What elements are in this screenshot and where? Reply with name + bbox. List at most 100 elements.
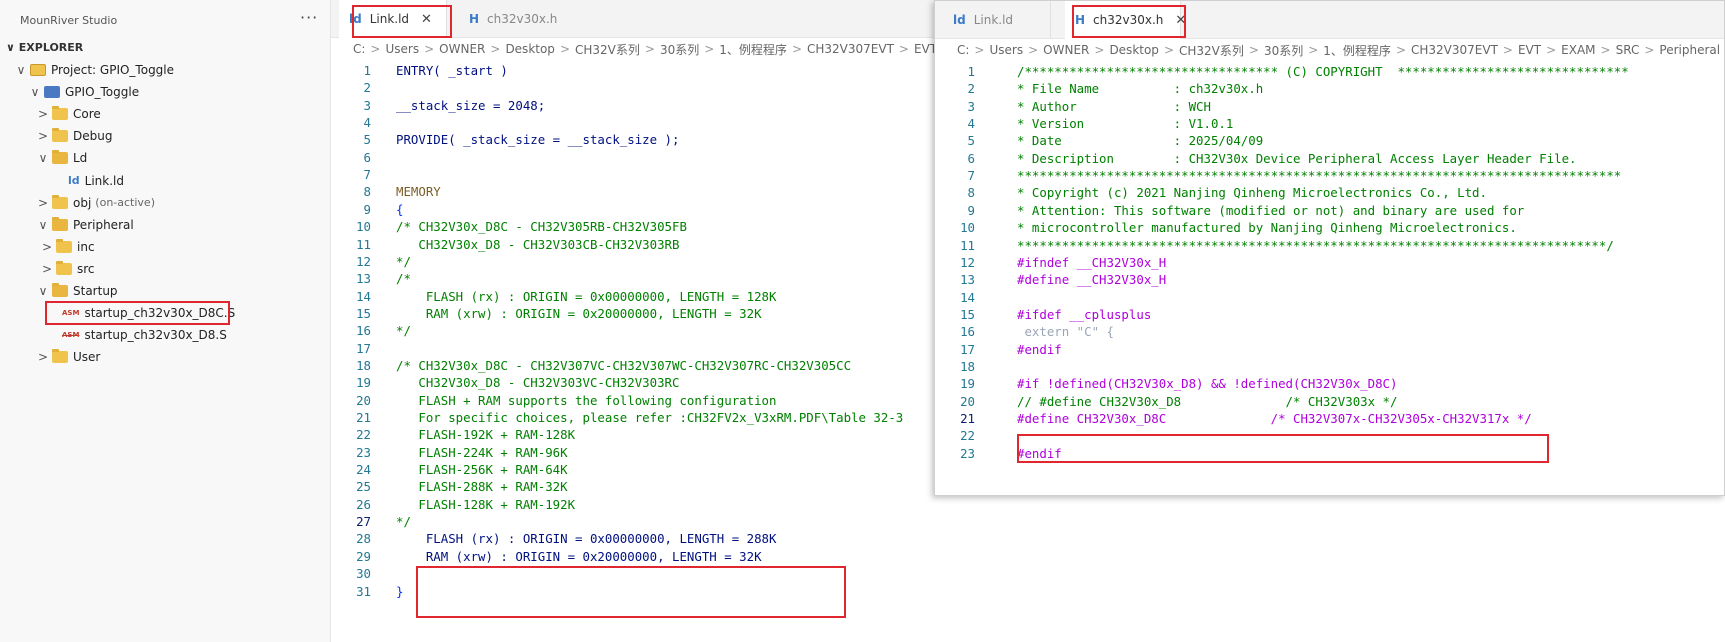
tree-item[interactable]: ASM startup_ch32v30x_D8.S [46, 324, 227, 346]
breadcrumb-item[interactable]: EVT [1516, 43, 1543, 57]
app-title: MounRiver Studio [20, 14, 118, 27]
code-text: /* CH32V30x_D8C - CH32V307VC-CH32V307WC-… [396, 357, 852, 373]
breadcrumb-item[interactable]: 1、例程程序 [717, 41, 789, 58]
chevron-down-icon[interactable]: ∨ [36, 284, 50, 298]
breadcrumb-item[interactable]: 30系列 [658, 41, 701, 58]
breadcrumb-item[interactable]: 30系列 [1262, 42, 1305, 59]
code-line: 31} [331, 582, 403, 601]
line-number: 10 [356, 219, 371, 235]
breadcrumb-item[interactable]: Peripheral [1657, 43, 1722, 57]
tree-item-label: inc [77, 239, 95, 254]
code-line: 6 * Description : CH32V30x Device Periphe… [935, 149, 1577, 168]
chevron-down-icon[interactable]: ∨ [28, 85, 42, 99]
code-line: 10 /* CH32V30x_D8C - CH32V305RB-CH32V305F… [331, 217, 687, 236]
line-number: 27 [356, 514, 371, 530]
breadcrumb-item[interactable]: 1、例程程序 [1321, 42, 1393, 59]
chevron-down-icon[interactable]: ∨ [36, 151, 50, 165]
code-line: 14 FLASH (rx) : ORIGIN = 0x00000000, LEN… [331, 287, 776, 306]
line-number: 1 [967, 64, 975, 79]
tree-item[interactable]: ∨ Ld [36, 147, 87, 169]
tree-item[interactable]: > Core [36, 103, 101, 125]
tree-item[interactable]: > User [36, 346, 100, 368]
code-line: 10 * microcontroller manufactured by Nanj… [935, 218, 1517, 237]
highlight-box-link-tab [352, 5, 452, 38]
folder-open-icon [52, 216, 68, 231]
tree-item-label: Link.ld [84, 173, 124, 188]
tab-link-ld[interactable]: ld Link.ld [943, 1, 1051, 39]
code-line: 22 [935, 426, 1017, 445]
tree-item[interactable]: ld Link.ld [52, 170, 124, 192]
chevron-down-icon: ∨ [6, 41, 19, 54]
line-number: 22 [356, 427, 371, 443]
chevron-down-icon[interactable]: ∨ [36, 218, 50, 232]
tree-item[interactable]: > obj (on-active) [36, 192, 155, 214]
more-actions-icon[interactable]: ··· [300, 8, 318, 27]
code-text: /********************************** (C) … [1017, 64, 1629, 79]
chevron-right-icon[interactable]: > [36, 350, 50, 364]
tree-item-label: Core [73, 107, 101, 122]
folder-open-icon [52, 150, 68, 165]
tree-item[interactable]: ∨ Peripheral [36, 214, 134, 236]
line-number: 13 [960, 272, 975, 288]
explorer-label: EXPLORER [18, 41, 84, 54]
code-text: FLASH-224K + RAM-96K [396, 444, 568, 460]
chevron-right-icon[interactable]: > [36, 129, 50, 143]
breadcrumb-item[interactable]: OWNER [437, 42, 487, 56]
chevron-right-icon: > [490, 42, 501, 56]
breadcrumb-item[interactable]: SRC [1614, 43, 1642, 57]
chevron-right-icon: > [1600, 43, 1611, 57]
chevron-down-icon[interactable]: ∨ [14, 63, 28, 77]
code-line: 26 FLASH-128K + RAM-192K [331, 495, 575, 514]
project-icon [30, 64, 46, 76]
code-text: * microcontroller manufactured by Nanjin… [1017, 220, 1517, 236]
tree-item[interactable]: > src [40, 258, 95, 280]
tree-item[interactable]: > inc [40, 236, 95, 258]
line-number: 15 [960, 306, 975, 322]
tab-ch32v30x-h[interactable]: H ch32v30x.h [459, 0, 567, 38]
code-line: 18 [935, 357, 1017, 376]
explorer-section-header[interactable]: ∨ EXPLORER [6, 41, 83, 54]
breadcrumb-item[interactable]: Desktop [503, 42, 557, 56]
breadcrumb-item[interactable]: Users [987, 43, 1025, 57]
code-line: 16 */ [331, 321, 411, 340]
chevron-right-icon: > [1248, 43, 1259, 57]
breadcrumb-item[interactable]: CH32V307EVT [805, 42, 896, 56]
tree-item[interactable]: ∨ Startup [36, 280, 118, 302]
code-line: 30 [331, 564, 396, 583]
line-number: 12 [356, 253, 371, 269]
chevron-right-icon: > [1028, 43, 1039, 57]
line-number: 11 [356, 236, 371, 252]
chevron-right-icon[interactable]: > [36, 107, 50, 121]
line-number: 23 [960, 445, 975, 461]
line-number: 15 [356, 305, 371, 321]
breadcrumb-item[interactable]: CH32V系列 [573, 41, 642, 58]
breadcrumb-item[interactable]: Users [383, 42, 421, 56]
chevron-right-icon[interactable]: > [40, 240, 54, 254]
line-number: 17 [960, 341, 975, 357]
highlight-box-define-line [1017, 434, 1549, 463]
code-line: 16 extern "C" { [935, 322, 1114, 341]
line-number: 4 [363, 115, 371, 131]
chevron-right-icon[interactable]: > [40, 262, 54, 276]
code-line: 2 * File Name : ch32v30x.h [935, 79, 1264, 98]
chevron-right-icon: > [974, 43, 985, 57]
breadcrumb-item[interactable]: CH32V307EVT [1409, 43, 1500, 57]
breadcrumb-item[interactable]: C: [955, 43, 971, 57]
chevron-right-icon[interactable]: > [36, 196, 50, 210]
breadcrumb-item[interactable]: CH32V系列 [1177, 42, 1246, 59]
folder-icon [52, 194, 68, 209]
tree-item[interactable]: ∨ Project: GPIO_Toggle [14, 59, 174, 81]
code-text: * Attention: This software (modified or … [1017, 202, 1525, 218]
tab-label: Link.ld [973, 13, 1014, 27]
tree-item[interactable]: ∨ GPIO_Toggle [28, 81, 140, 103]
line-number: 12 [960, 254, 975, 270]
breadcrumb-item[interactable]: C: [351, 42, 367, 56]
line-number: 1 [363, 63, 371, 78]
code-line: 8 * Copyright (c) 2021 Nanjing Qinheng Mi… [935, 183, 1487, 202]
breadcrumb-item[interactable]: OWNER [1041, 43, 1091, 57]
chevron-right-icon: > [791, 42, 802, 56]
tree-item-status: (on-active) [95, 196, 155, 210]
tree-item[interactable]: > Debug [36, 125, 112, 147]
breadcrumb-item[interactable]: EXAM [1559, 43, 1597, 57]
breadcrumb-item[interactable]: Desktop [1107, 43, 1161, 57]
